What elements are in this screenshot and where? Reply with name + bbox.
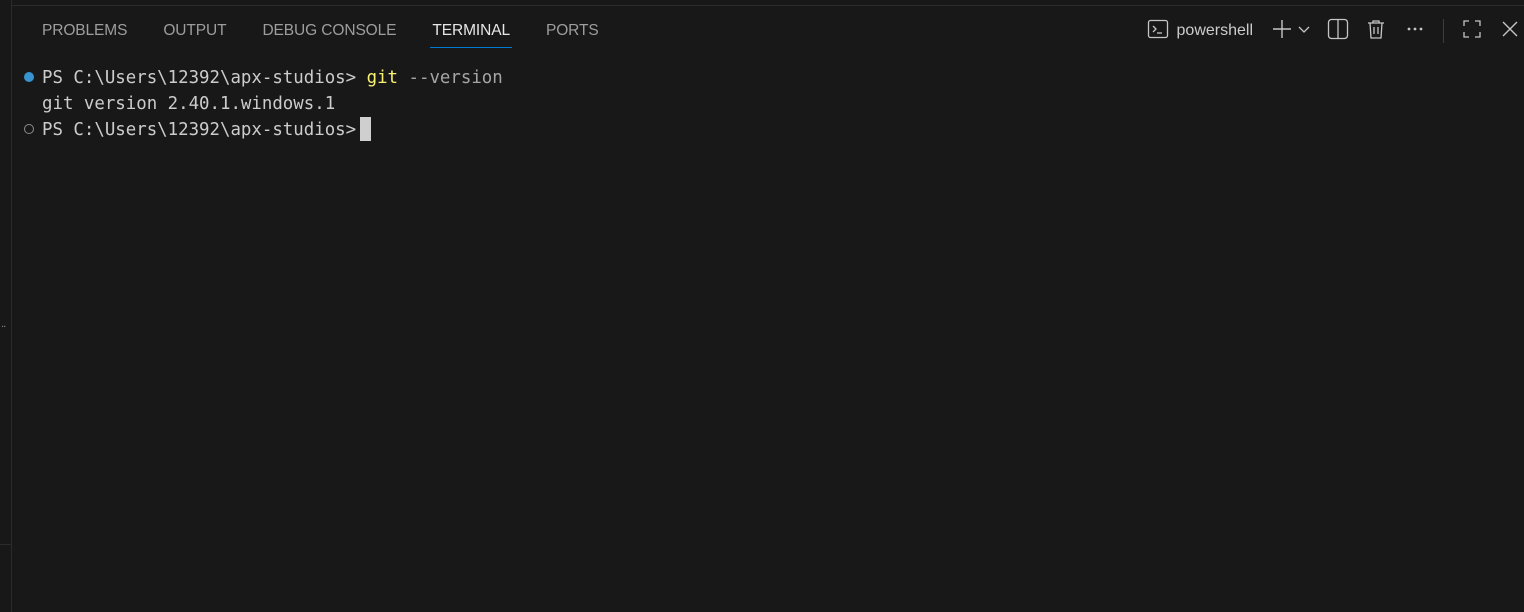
terminal-prompt-current: PS C:\Users\12392\apx-studios> (42, 120, 357, 140)
terminal-prompt: PS C:\Users\12392\apx-studios> (42, 68, 357, 88)
maximize-panel-button[interactable] (1462, 19, 1482, 44)
trash-icon (1365, 18, 1387, 45)
tab-terminal[interactable]: TERMINAL (430, 18, 512, 48)
tab-output[interactable]: OUTPUT (163, 18, 226, 48)
kill-terminal-button[interactable] (1365, 18, 1387, 45)
panel-actions: powershell (1147, 16, 1524, 46)
tab-debug-console[interactable]: DEBUG CONSOLE (262, 18, 396, 48)
panel-tabs: PROBLEMS OUTPUT DEBUG CONSOLE TERMINAL P… (42, 18, 635, 48)
terminal-line-1: PS C:\Users\12392\apx-studios> git --ver… (42, 65, 503, 91)
more-actions-button[interactable] (1405, 19, 1425, 44)
terminal-area[interactable]: PS C:\Users\12392\apx-studios> git --ver… (0, 64, 1524, 612)
maximize-icon (1462, 19, 1482, 44)
terminal-output: git version 2.40.1.windows.1 (42, 94, 336, 114)
terminal-line-3: PS C:\Users\12392\apx-studios> (42, 117, 372, 143)
terminal-cursor (360, 117, 372, 141)
terminal-icon (1147, 18, 1169, 45)
terminal-command: git (366, 68, 399, 88)
terminal-command-arg: --version (408, 68, 503, 88)
split-terminal-icon (1327, 18, 1349, 45)
terminal-dropdown-button[interactable] (1297, 22, 1311, 41)
terminal-name: powershell (1176, 22, 1253, 39)
new-terminal-button[interactable] (1271, 18, 1293, 45)
chevron-down-icon (1297, 22, 1311, 41)
terminal-selector[interactable]: powershell (1147, 18, 1253, 45)
terminal-line-2: git version 2.40.1.windows.1 (42, 91, 335, 117)
vscode-panel: ·· PROBLEMS OUTPUT DEBUG CONSOLE TERMINA… (0, 0, 1524, 612)
tab-problems[interactable]: PROBLEMS (42, 18, 127, 48)
panel-top-border (12, 0, 1524, 6)
close-icon (1500, 19, 1520, 44)
ellipsis-icon (1405, 19, 1425, 44)
tab-ports[interactable]: PORTS (546, 18, 599, 48)
split-terminal-button[interactable] (1327, 18, 1349, 45)
close-panel-button[interactable] (1500, 19, 1520, 44)
plus-icon (1271, 18, 1293, 45)
actions-separator (1443, 19, 1444, 43)
command-default-decoration[interactable] (24, 124, 34, 134)
command-success-decoration[interactable] (24, 72, 34, 82)
